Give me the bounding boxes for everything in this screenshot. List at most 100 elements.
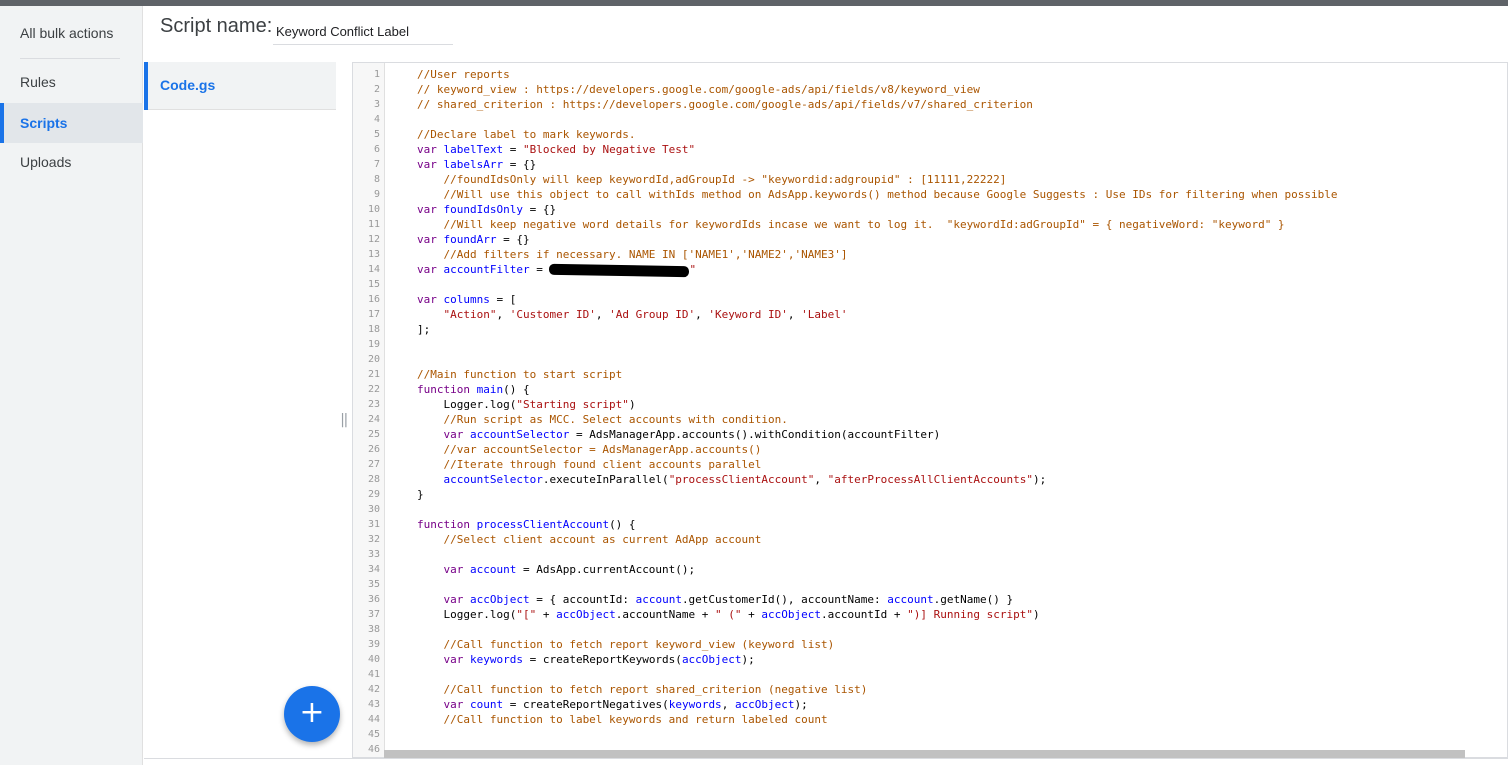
line-number: 1 xyxy=(373,69,380,80)
line-number: 15 xyxy=(367,279,380,290)
code-line: } xyxy=(417,488,424,501)
code-line: //Call function to fetch report keyword_… xyxy=(417,638,835,651)
code-line: function main() { xyxy=(417,383,530,396)
line-number: 12 xyxy=(367,234,380,245)
line-number: 14 xyxy=(367,264,380,275)
line-number: 41 xyxy=(367,669,380,680)
line-number: 23 xyxy=(367,399,380,410)
code-line: //var accountSelector = AdsManagerApp.ac… xyxy=(417,443,762,456)
code-line: //Main function to start script xyxy=(417,368,623,381)
line-number: 40 xyxy=(367,654,380,665)
line-number: 8 xyxy=(373,174,380,185)
code-line: var columns = [ xyxy=(417,293,517,306)
top-bar xyxy=(0,0,1508,6)
line-number: 16 xyxy=(367,294,380,305)
code-line: var foundArr = {} xyxy=(417,233,530,246)
script-name-input[interactable] xyxy=(273,19,453,45)
line-number: 3 xyxy=(373,99,380,110)
line-number: 26 xyxy=(367,444,380,455)
line-number: 34 xyxy=(367,564,380,575)
line-number: 2 xyxy=(373,84,380,95)
nav-divider xyxy=(20,58,120,59)
code-line: // shared_criterion : https://developers… xyxy=(417,98,1033,111)
code-line: //Will keep negative word details for ke… xyxy=(417,218,1285,231)
line-number: 9 xyxy=(373,189,380,200)
line-number: 17 xyxy=(367,309,380,320)
line-number: 7 xyxy=(373,159,380,170)
code-line: var count = createReportNegatives(keywor… xyxy=(443,698,808,711)
code-line: //Call function to label keywords and re… xyxy=(417,713,828,726)
horizontal-scrollbar[interactable] xyxy=(384,750,1465,758)
line-number: 32 xyxy=(367,534,380,545)
line-number: 42 xyxy=(367,684,380,695)
code-line: accountSelector.executeInParallel("proce… xyxy=(443,473,1047,486)
line-number: 30 xyxy=(367,504,380,515)
script-name-label: Script name: xyxy=(160,15,273,37)
code-line: "Action", 'Customer ID', 'Ad Group ID', … xyxy=(443,308,848,321)
code-line: // keyword_view : https://developers.goo… xyxy=(417,83,980,96)
line-number: 27 xyxy=(367,459,380,470)
file-item-code-gs[interactable]: Code.gs xyxy=(144,62,336,110)
line-number: 20 xyxy=(367,354,380,365)
line-number: 45 xyxy=(367,729,380,740)
file-label: Code.gs xyxy=(160,77,216,93)
line-number: 28 xyxy=(367,474,380,485)
bottom-divider xyxy=(144,758,1508,759)
line-number: 19 xyxy=(367,339,380,350)
file-list: Code.gs xyxy=(144,62,336,765)
code-line: //Will use this object to call withIds m… xyxy=(417,188,1338,201)
line-number: 33 xyxy=(367,549,380,560)
line-number: 6 xyxy=(373,144,380,155)
line-number: 21 xyxy=(367,369,380,380)
code-line: //Run script as MCC. Select accounts wit… xyxy=(417,413,788,426)
line-number: 31 xyxy=(367,519,380,530)
line-number: 38 xyxy=(367,624,380,635)
code-line: var accountSelector = AdsManagerApp.acco… xyxy=(443,428,941,441)
line-number: 44 xyxy=(367,714,380,725)
line-number: 24 xyxy=(367,414,380,425)
code-line: function processClientAccount() { xyxy=(417,518,636,531)
add-file-button[interactable]: + xyxy=(284,686,340,742)
line-number: 35 xyxy=(367,579,380,590)
code-editor[interactable]: 1 2 3 4 5 6 7 8 9 10 11 12 13 14 15 16 17 18 19 20 21 22 23 24 2… xyxy=(352,62,1508,758)
line-number: 43 xyxy=(367,699,380,710)
code-line: var labelText = "Blocked by Negative Tes… xyxy=(417,143,696,156)
line-number: 18 xyxy=(367,324,380,335)
code-line: Logger.log("Starting script") xyxy=(417,398,636,411)
nav-item-uploads[interactable]: Uploads xyxy=(0,142,143,182)
line-number: 25 xyxy=(367,429,380,440)
line-number: 11 xyxy=(367,219,380,230)
line-number-gutter: 1 2 3 4 5 6 7 8 9 10 11 12 13 14 15 16 17 18 19 20 21 22 23 24 2… xyxy=(353,63,385,757)
code-line: var accountFilter = " xyxy=(417,263,697,277)
code-line: var accObject = { accountId: account.get… xyxy=(443,593,1014,606)
line-number: 39 xyxy=(367,639,380,650)
code-line: //foundIdsOnly will keep keywordId,adGro… xyxy=(417,173,1007,186)
code-line: var keywords = createReportKeywords(accO… xyxy=(443,653,755,666)
left-nav: All bulk actions Rules Scripts Uploads xyxy=(0,6,143,765)
code-line: var account = AdsApp.currentAccount(); xyxy=(443,563,696,576)
code-line: //Declare label to mark keywords. xyxy=(417,128,636,141)
line-number: 36 xyxy=(367,594,380,605)
line-number: 37 xyxy=(367,609,380,620)
line-number: 22 xyxy=(367,384,380,395)
code-line: var foundIdsOnly = {} xyxy=(417,203,557,216)
line-number: 4 xyxy=(373,114,380,125)
line-number: 29 xyxy=(367,489,380,500)
code-line: //Call function to fetch report shared_c… xyxy=(417,683,868,696)
line-number: 5 xyxy=(373,129,380,140)
line-number: 13 xyxy=(367,249,380,260)
nav-item-all-bulk-actions[interactable]: All bulk actions xyxy=(0,13,143,53)
nav-item-rules[interactable]: Rules xyxy=(0,62,143,102)
code-line: //Add filters if necessary. NAME IN ['NA… xyxy=(417,248,848,261)
code-line: var labelsArr = {} xyxy=(417,158,537,171)
pane-resize-handle[interactable]: ‖ xyxy=(340,412,348,428)
code-line: ]; xyxy=(417,323,431,336)
redaction-mark xyxy=(549,263,690,277)
code-line: Logger.log("[" + accObject.accountName +… xyxy=(417,608,1040,621)
nav-item-scripts[interactable]: Scripts xyxy=(0,103,143,143)
code-line: //User reports xyxy=(417,68,510,81)
code-line: //Iterate through found client accounts … xyxy=(417,458,762,471)
line-number: 10 xyxy=(367,204,380,215)
code-line: //Select client account as current AdApp… xyxy=(417,533,762,546)
line-number: 46 xyxy=(367,744,380,755)
